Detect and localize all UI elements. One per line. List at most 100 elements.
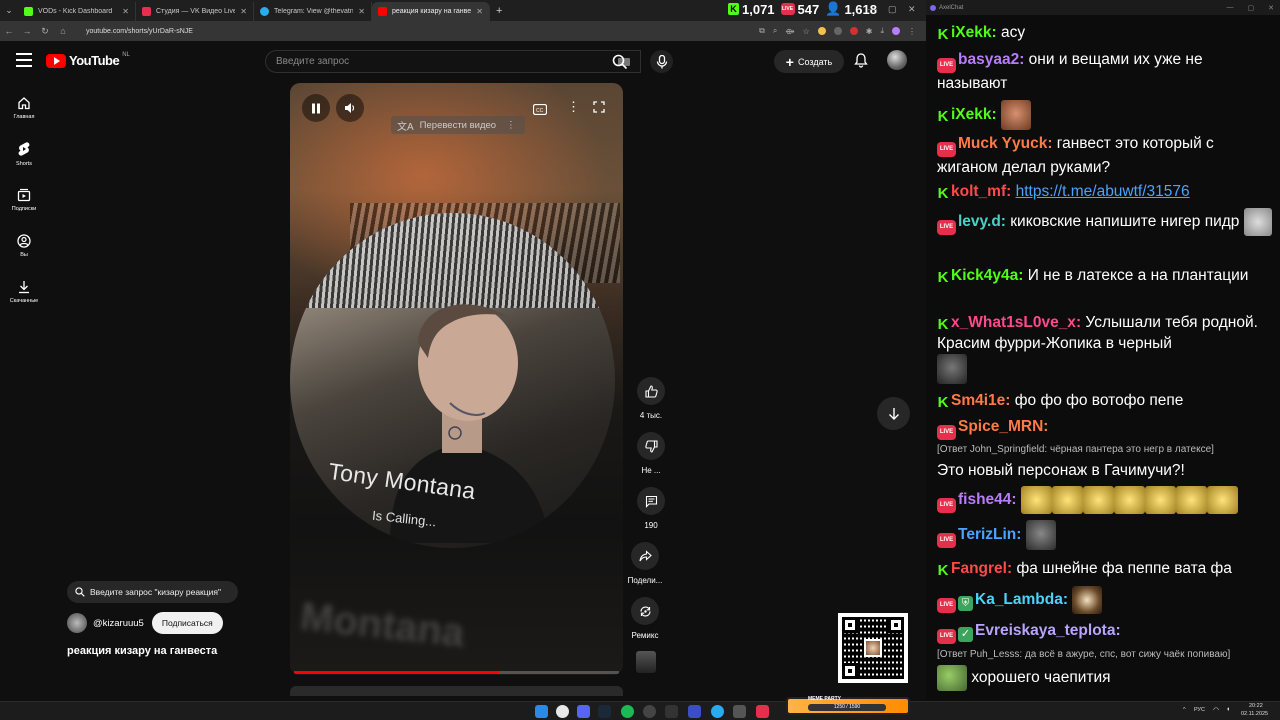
dislike-button[interactable]: Не ...: [631, 432, 671, 475]
profile-icon[interactable]: [892, 27, 900, 35]
menu-dots-icon[interactable]: ⋮: [908, 27, 916, 36]
chat-nick[interactable]: Evreiskaya_teplota: [975, 622, 1115, 639]
volume-button[interactable]: [336, 94, 364, 122]
chat-nick[interactable]: TerizLin: [958, 526, 1016, 543]
create-button[interactable]: + Создать: [774, 50, 844, 73]
remix-button[interactable]: Ремикс: [625, 597, 665, 640]
close-tab-icon[interactable]: ✕: [476, 7, 483, 16]
translate-menu-icon[interactable]: ⋮: [506, 120, 516, 131]
language-indicator[interactable]: РУС: [1194, 707, 1205, 713]
chat-nick[interactable]: fishe44: [958, 491, 1011, 508]
translate-page-icon[interactable]: ⟴: [785, 27, 794, 36]
browser-tab[interactable]: Telegram: View @thevatnick ✕: [254, 2, 372, 21]
clock-time[interactable]: 20:22: [1249, 703, 1263, 709]
browser-tab[interactable]: Студия — VK Видео Live ✕: [136, 2, 254, 21]
chrome-icon[interactable]: [556, 705, 569, 718]
forward-icon[interactable]: →: [18, 26, 36, 36]
tab-search-icon[interactable]: ⌄: [0, 0, 18, 21]
more-options-icon[interactable]: ⋮: [567, 99, 580, 115]
chat-nick[interactable]: basyaa2: [958, 51, 1019, 68]
youtube-logo[interactable]: YouTube NL: [46, 52, 130, 68]
chat-nick[interactable]: iXekk: [951, 106, 992, 123]
chat-nick[interactable]: iXekk: [951, 24, 992, 41]
new-tab-button[interactable]: +: [496, 5, 502, 17]
chat-nick[interactable]: Muck Yyuck: [958, 135, 1047, 152]
steam-icon[interactable]: [598, 705, 611, 718]
spotify-icon[interactable]: [621, 705, 634, 718]
chat-nick[interactable]: Fangrel: [951, 560, 1007, 577]
chat-nick[interactable]: levy.d: [958, 213, 1001, 230]
browser-tab-active[interactable]: реакция кизару на ганвеста ✕: [372, 2, 490, 21]
shorts-video-player[interactable]: Tony Montana Is Calling... Montana CC ⋮ …: [290, 83, 623, 675]
translate-video-button[interactable]: 文A Перевести видео ⋮: [391, 116, 525, 134]
reload-icon[interactable]: ↻: [36, 26, 54, 37]
sidebar-item-downloads[interactable]: Скачанные: [0, 269, 48, 315]
sidebar-item-home[interactable]: Главная: [0, 85, 48, 131]
tray-chevron-icon[interactable]: ^: [1183, 707, 1186, 713]
channel-avatar[interactable]: [67, 613, 87, 633]
chat-message: K Fangrel: фа шнейне фа пеппе вата фа: [937, 560, 1232, 579]
close-tab-icon[interactable]: ✕: [358, 7, 365, 16]
search-input[interactable]: [276, 56, 618, 67]
home-icon[interactable]: ⌂: [54, 26, 72, 36]
extension-icon[interactable]: [833, 27, 842, 35]
telegram-icon[interactable]: [711, 705, 724, 718]
extension-icon[interactable]: [817, 27, 826, 35]
chat-nick[interactable]: Ka_Lambda: [975, 591, 1063, 608]
network-icon[interactable]: ◠: [1213, 706, 1219, 714]
chat-link[interactable]: https://t.me/abuwtf/31576: [1016, 183, 1190, 200]
volume-icon[interactable]: ◖: [1226, 706, 1230, 713]
hamburger-menu-icon[interactable]: [16, 53, 32, 67]
chat-nick[interactable]: x_What1sL0ve_x: [951, 314, 1076, 331]
chat-nick[interactable]: kolt_mf: [951, 183, 1006, 200]
search-button[interactable]: [600, 50, 640, 73]
app-icon[interactable]: [733, 705, 746, 718]
maximize-icon[interactable]: ▢: [888, 0, 897, 18]
app-icon[interactable]: [665, 705, 678, 718]
extension-icon[interactable]: [849, 27, 858, 35]
share-button[interactable]: Подели...: [625, 542, 665, 585]
sound-thumbnail[interactable]: [636, 651, 656, 673]
close-window-icon[interactable]: ✕: [908, 0, 916, 18]
chat-nick[interactable]: Kick4y4a: [951, 267, 1018, 284]
browser-tab[interactable]: VODs - Kick Dashboard ✕: [18, 2, 136, 21]
extensions-puzzle-icon[interactable]: ✱: [866, 27, 873, 36]
comments-button[interactable]: 190: [631, 487, 671, 530]
notifications-button[interactable]: [854, 53, 868, 73]
next-short-preview[interactable]: [290, 686, 623, 696]
channel-name[interactable]: @kizaruuu5: [93, 618, 144, 629]
chat-nick[interactable]: Spice_MRN: [958, 418, 1043, 435]
chat-nick[interactable]: Sm4i1e: [951, 392, 1005, 409]
sidebar-item-subscriptions[interactable]: Подписки: [0, 177, 48, 223]
minimize-icon[interactable]: —: [1227, 4, 1234, 11]
account-avatar[interactable]: [887, 50, 907, 70]
next-short-button[interactable]: [877, 397, 910, 430]
discord-icon[interactable]: [577, 705, 590, 718]
app-icon[interactable]: [688, 705, 701, 718]
maximize-icon[interactable]: ▢: [1248, 4, 1255, 12]
close-window-icon[interactable]: ✕: [1268, 4, 1274, 12]
video-progress-bar[interactable]: [294, 671, 619, 674]
download-icon[interactable]: ⤓: [880, 26, 884, 36]
minimize-icon[interactable]: —: [868, 0, 877, 18]
close-tab-icon[interactable]: ✕: [122, 7, 129, 16]
like-button[interactable]: 4 тыс.: [631, 377, 671, 420]
voice-search-button[interactable]: [650, 50, 673, 73]
app-icon[interactable]: [756, 705, 769, 718]
related-search-pill[interactable]: Введите запрос "кизару реакция": [67, 581, 238, 603]
close-tab-icon[interactable]: ✕: [240, 7, 247, 16]
bookmark-star-icon[interactable]: ☆: [803, 27, 810, 36]
captions-icon[interactable]: CC: [532, 102, 548, 120]
sidebar-item-shorts[interactable]: Shorts: [0, 131, 48, 177]
start-icon[interactable]: [535, 705, 548, 718]
zoom-icon[interactable]: ⌕: [773, 26, 777, 36]
back-icon[interactable]: ←: [0, 26, 18, 36]
fullscreen-icon[interactable]: [593, 100, 605, 118]
sidebar-item-you[interactable]: Вы: [0, 223, 48, 269]
obs-icon[interactable]: [643, 705, 656, 718]
pause-button[interactable]: [302, 94, 330, 122]
subscribe-button[interactable]: Подписаться: [151, 612, 223, 634]
clock-date[interactable]: 02.11.2025: [1241, 711, 1268, 717]
install-icon[interactable]: ⧉: [759, 26, 765, 36]
url-field[interactable]: youtube.com/shorts/yUrDaR-sNJE: [86, 28, 759, 35]
